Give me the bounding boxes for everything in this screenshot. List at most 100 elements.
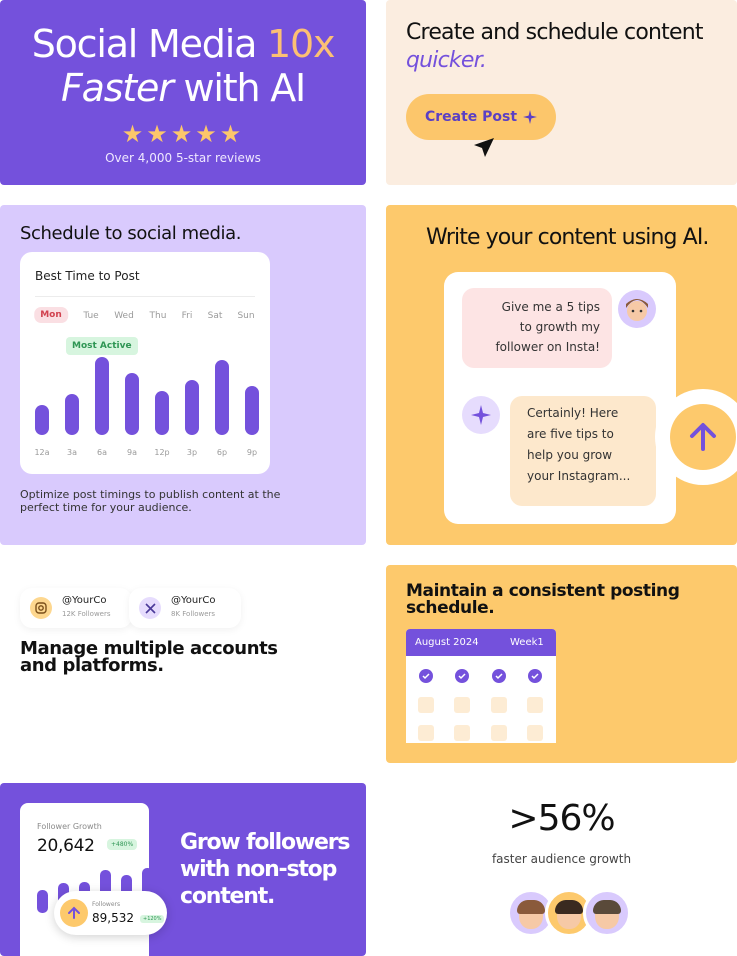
followers-count: 89,532 bbox=[92, 911, 134, 925]
schedule-description: Optimize post timings to publish content… bbox=[20, 488, 281, 514]
reply-line: are five tips to bbox=[527, 427, 614, 441]
write-card: Write your content using AI. Give me a 5… bbox=[386, 205, 737, 545]
calendar-slot[interactable] bbox=[527, 725, 543, 741]
prompt-line: to growth my bbox=[519, 320, 600, 334]
calendar-slot[interactable] bbox=[418, 697, 434, 713]
day-tab-tue[interactable]: Tue bbox=[83, 311, 98, 321]
calendar-slot[interactable] bbox=[418, 725, 434, 741]
prompt-line: Give me a 5 tips bbox=[501, 300, 600, 314]
arrow-up-icon bbox=[60, 899, 88, 927]
account-chip-instagram[interactable]: @YourCo 12K Followers bbox=[20, 588, 132, 628]
day-tab-wed[interactable]: Wed bbox=[114, 311, 134, 321]
followers-popup: Followers 89,532 +120% bbox=[54, 891, 167, 935]
user-avatar bbox=[618, 290, 656, 328]
accounts-card: @YourCo 12K Followers @YourCo 8K Followe… bbox=[0, 565, 366, 763]
growth-bar bbox=[37, 890, 48, 913]
calendar-widget: August 2024 Week1 bbox=[406, 629, 556, 743]
create-title-italic: quicker. bbox=[406, 48, 487, 73]
best-time-title: Best Time to Post bbox=[35, 269, 140, 283]
activity-bar bbox=[155, 391, 169, 435]
hour-label: 9p bbox=[246, 448, 258, 457]
hour-label: 3a bbox=[67, 448, 77, 457]
consistent-card: Maintain a consistent posting schedule. … bbox=[386, 565, 737, 763]
calendar-month: August 2024 bbox=[415, 637, 479, 648]
prompt-line: follower on Insta! bbox=[495, 340, 600, 354]
chat-panel: Give me a 5 tips to growth my follower o… bbox=[444, 272, 737, 524]
activity-bar bbox=[125, 373, 139, 435]
star-rating: ★★★★★ bbox=[121, 120, 245, 148]
activity-bar bbox=[245, 386, 259, 435]
hour-label: 12p bbox=[154, 448, 170, 457]
account-followers: 12K Followers bbox=[62, 610, 111, 618]
hero-title-line1: Social Media 10x bbox=[31, 22, 336, 66]
hero-title-italic: Faster bbox=[60, 66, 174, 110]
day-tab-sat[interactable]: Sat bbox=[208, 311, 223, 321]
prompt-bubble: Give me a 5 tips to growth my follower o… bbox=[462, 288, 612, 368]
ai-sparkle-icon bbox=[462, 396, 500, 434]
consistent-title: Maintain a consistent posting schedule. bbox=[406, 581, 680, 618]
activity-bar bbox=[95, 357, 109, 435]
reply-line: Certainly! Here bbox=[527, 406, 619, 420]
calendar-slot[interactable] bbox=[491, 697, 507, 713]
instagram-icon bbox=[30, 597, 52, 619]
best-time-panel: Best Time to Post Mon Tue Wed Thu Fri Sa… bbox=[20, 252, 270, 474]
hero-title-accent: 10x bbox=[267, 22, 335, 66]
schedule-card: Schedule to social media. Best Time to P… bbox=[0, 205, 366, 545]
account-chip-x[interactable]: @YourCo 8K Followers bbox=[129, 588, 241, 628]
most-active-badge: Most Active bbox=[66, 337, 138, 355]
calendar-slot[interactable] bbox=[527, 697, 543, 713]
followers-label: Followers bbox=[92, 901, 121, 908]
avatar bbox=[583, 889, 631, 937]
create-card: Create and schedule content quicker. Cre… bbox=[386, 0, 737, 185]
day-tab-thu[interactable]: Thu bbox=[150, 311, 167, 321]
stat-value: >56% bbox=[508, 798, 615, 839]
hero-card: Social Media 10x Faster with AI ★★★★★ Ov… bbox=[0, 0, 366, 185]
account-handle: @YourCo bbox=[62, 595, 107, 606]
hour-label: 12a bbox=[34, 448, 50, 457]
hero-title-line2: Faster with AI bbox=[60, 66, 306, 110]
activity-bar bbox=[65, 394, 79, 435]
day-tab-sun[interactable]: Sun bbox=[237, 311, 254, 321]
followers-badge: +120% bbox=[140, 915, 165, 923]
create-post-button[interactable]: Create Post bbox=[406, 94, 556, 140]
calendar-slot[interactable] bbox=[491, 725, 507, 741]
calendar-header: August 2024 Week1 bbox=[406, 629, 556, 656]
create-title: Create and schedule content bbox=[406, 20, 704, 45]
account-handle: @YourCo bbox=[171, 595, 216, 606]
write-title: Write your content using AI. bbox=[426, 225, 709, 250]
calendar-week: Week1 bbox=[510, 637, 544, 648]
stat-card: >56% faster audience growth bbox=[386, 783, 737, 956]
schedule-title: Schedule to social media. bbox=[20, 223, 242, 244]
create-post-label: Create Post bbox=[424, 109, 518, 125]
hour-label: 6a bbox=[97, 448, 107, 457]
hour-label: 6p bbox=[216, 448, 228, 457]
calendar-slot[interactable] bbox=[454, 697, 470, 713]
stat-caption: faster audience growth bbox=[491, 852, 632, 866]
arrow-up-icon bbox=[690, 423, 716, 451]
reply-line: help you grow bbox=[527, 448, 613, 462]
check-icon bbox=[492, 669, 506, 683]
grow-card: Follower Growth 20,642 +480% Followers 8… bbox=[0, 783, 366, 956]
activity-bar bbox=[185, 380, 199, 435]
check-icon bbox=[419, 669, 433, 683]
ai-reply-bubble: Certainly! Here are five tips to help yo… bbox=[510, 396, 656, 506]
accounts-title: Manage multiple accounts and platforms. bbox=[20, 638, 278, 676]
hour-label: 3p bbox=[186, 448, 198, 457]
review-count: Over 4,000 5-star reviews bbox=[105, 151, 261, 165]
day-tab-mon[interactable]: Mon bbox=[34, 307, 68, 323]
send-button[interactable] bbox=[655, 389, 737, 485]
check-icon bbox=[528, 669, 542, 683]
reply-line: your Instagram... bbox=[527, 469, 631, 483]
x-icon bbox=[139, 597, 161, 619]
sparkle-icon bbox=[523, 110, 538, 124]
day-tab-fri[interactable]: Fri bbox=[182, 311, 193, 321]
calendar-slot[interactable] bbox=[454, 725, 470, 741]
growth-count: 20,642 bbox=[37, 836, 95, 856]
grow-title: Grow followers with non-stop content. bbox=[180, 830, 350, 909]
divider bbox=[35, 296, 255, 297]
growth-badge: +480% bbox=[107, 839, 138, 850]
check-icon bbox=[455, 669, 469, 683]
account-followers: 8K Followers bbox=[171, 610, 216, 618]
cursor-icon bbox=[474, 138, 494, 157]
hour-label: 9a bbox=[127, 448, 137, 457]
